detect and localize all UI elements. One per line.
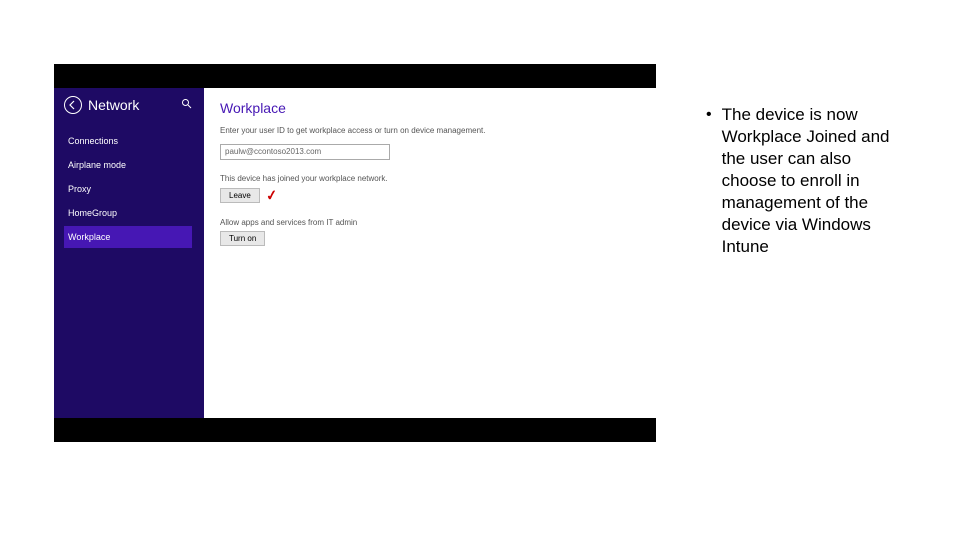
screenshot-frame: Network Connections Airplane mode Proxy … <box>54 64 656 442</box>
sidebar-item-proxy[interactable]: Proxy <box>64 178 192 200</box>
content-pane: Workplace Enter your user ID to get work… <box>204 88 656 418</box>
sidebar-title: Network <box>88 97 175 113</box>
leave-row: Leave ✓ <box>220 187 640 204</box>
sidebar-item-workplace[interactable]: Workplace <box>64 226 192 248</box>
caption-text: The device is now Workplace Joined and t… <box>722 104 902 258</box>
user-id-input[interactable] <box>220 144 390 160</box>
turnon-row: Turn on <box>220 231 640 246</box>
page-title: Workplace <box>220 100 640 116</box>
settings-sidebar: Network Connections Airplane mode Proxy … <box>54 88 204 418</box>
leave-button[interactable]: Leave <box>220 188 260 203</box>
search-icon[interactable] <box>181 98 192 112</box>
checkmark-icon: ✓ <box>265 186 279 204</box>
sidebar-item-airplane[interactable]: Airplane mode <box>64 154 192 176</box>
allow-apps-text: Allow apps and services from IT admin <box>220 218 640 227</box>
back-icon[interactable] <box>64 96 82 114</box>
instruction-text: Enter your user ID to get workplace acce… <box>220 126 640 135</box>
caption-bullet: • The device is now Workplace Joined and… <box>706 104 902 258</box>
screenshot-panel: Network Connections Airplane mode Proxy … <box>54 64 656 442</box>
sidebar-item-homegroup[interactable]: HomeGroup <box>64 202 192 224</box>
bullet-icon: • <box>706 104 712 258</box>
turn-on-button[interactable]: Turn on <box>220 231 265 246</box>
sidebar-item-connections[interactable]: Connections <box>64 130 192 152</box>
settings-window: Network Connections Airplane mode Proxy … <box>54 88 656 418</box>
joined-status-text: This device has joined your workplace ne… <box>220 174 640 183</box>
caption-column: • The device is now Workplace Joined and… <box>706 104 902 258</box>
sidebar-items: Connections Airplane mode Proxy HomeGrou… <box>64 130 192 248</box>
sidebar-header: Network <box>64 96 192 114</box>
